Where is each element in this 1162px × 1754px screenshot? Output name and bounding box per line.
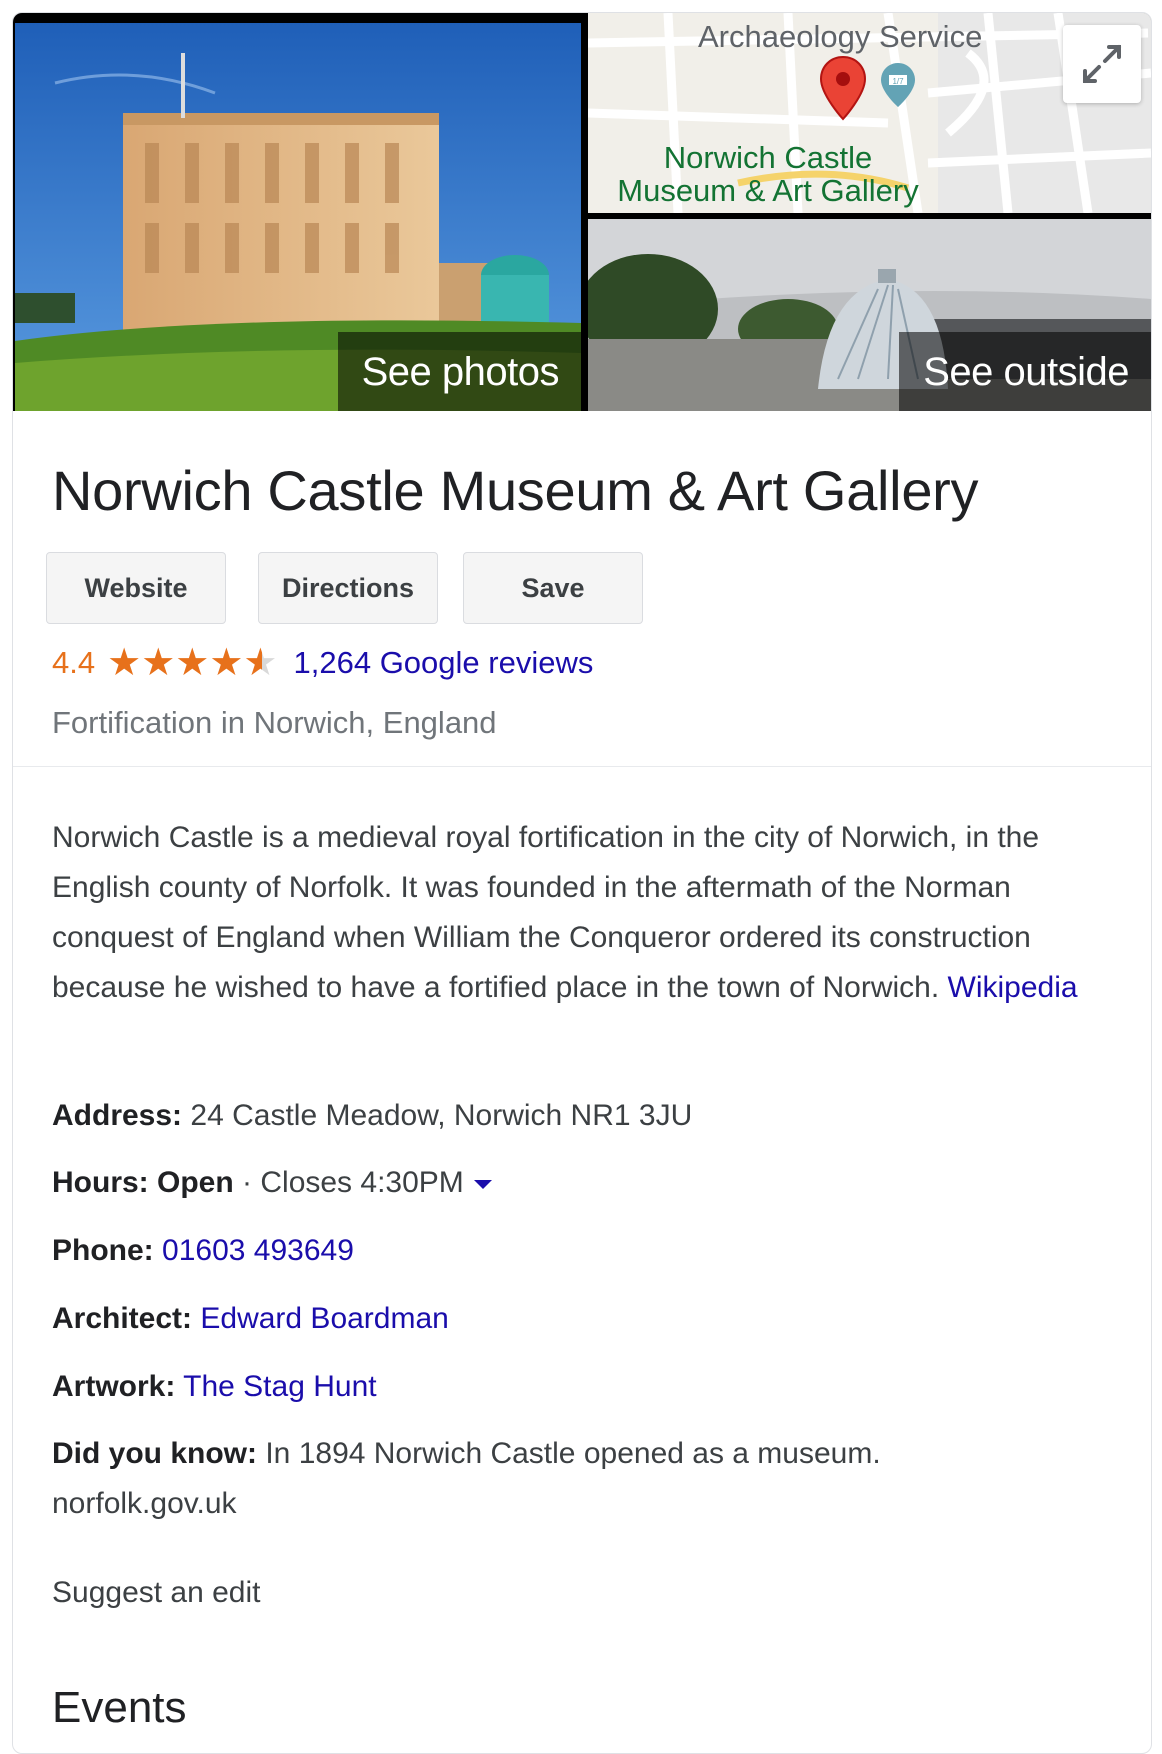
fact-hours: Hours: Open · Closes 4:30PM [52, 1166, 492, 1200]
address-value: 24 Castle Meadow, Norwich NR1 3JU [190, 1099, 693, 1132]
architect-link[interactable]: Edward Boardman [200, 1302, 448, 1335]
save-button[interactable]: Save [463, 552, 643, 624]
fact-phone: Phone: 01603 493649 [52, 1234, 354, 1268]
hours-value[interactable]: Closes 4:30PM [260, 1166, 463, 1199]
map-label-place: Norwich Castle Museum & Art Gallery [608, 141, 928, 207]
artwork-label: Artwork: [52, 1370, 176, 1403]
divider [13, 766, 1151, 767]
star-icon: ★ [107, 642, 142, 684]
map-place-line1: Norwich Castle [663, 140, 873, 175]
hero-media: See photos Archaeology Service 1/7 Norwi… [13, 13, 1151, 411]
fact-architect: Architect: Edward Boardman [52, 1302, 449, 1336]
knowledge-panel: See photos Archaeology Service 1/7 Norwi… [12, 12, 1152, 1754]
did-you-know-label: Did you know: [52, 1437, 257, 1470]
suggest-edit-link[interactable]: Suggest an edit [52, 1576, 261, 1610]
map-label-archaeology: Archaeology Service [698, 19, 983, 54]
place-title: Norwich Castle Museum & Art Gallery [52, 459, 979, 522]
half-star-icon: ★ [243, 642, 278, 684]
phone-label: Phone: [52, 1234, 154, 1267]
address-label: Address: [52, 1099, 183, 1132]
map-place-line2: Museum & Art Gallery [617, 173, 919, 208]
artwork-link[interactable]: The Stag Hunt [183, 1370, 376, 1403]
star-icon: ★ [175, 642, 210, 684]
architect-label: Architect: [52, 1302, 193, 1335]
phone-link[interactable]: 01603 493649 [162, 1234, 354, 1267]
description: Norwich Castle is a medieval royal forti… [52, 813, 1092, 1013]
rating-value: 4.4 [52, 645, 96, 680]
see-outside-button[interactable]: See outside [899, 332, 1151, 411]
star-rating: ★ ★ ★ ★ ★ [107, 644, 277, 682]
svg-text:1/7: 1/7 [892, 77, 904, 86]
norfolk-source-link[interactable]: norfolk.gov.uk [52, 1487, 237, 1521]
map-pin-icon [819, 55, 867, 121]
did-you-know-value: In 1894 Norwich Castle opened as a museu… [265, 1437, 881, 1470]
rating-row: 4.4 ★ ★ ★ ★ ★ 1,264 Google reviews [52, 641, 593, 685]
expand-map-button[interactable] [1063, 25, 1141, 103]
hours-label: Hours: [52, 1166, 149, 1199]
hours-separator: · [233, 1166, 261, 1199]
place-category: Fortification in Norwich, England [52, 705, 497, 740]
fact-did-you-know: Did you know: In 1894 Norwich Castle ope… [52, 1437, 881, 1471]
hours-dropdown-icon[interactable] [473, 1179, 492, 1189]
map-thumbnail[interactable]: Archaeology Service 1/7 Norwich Castle M… [588, 13, 1151, 213]
star-icon: ★ [141, 642, 176, 684]
directions-button[interactable]: Directions [258, 552, 438, 624]
museum-poi-icon: 1/7 [881, 63, 915, 107]
star-icon: ★ [209, 642, 244, 684]
website-button[interactable]: Website [46, 552, 226, 624]
google-reviews-link[interactable]: 1,264 Google reviews [294, 645, 594, 681]
fact-address: Address: 24 Castle Meadow, Norwich NR1 3… [52, 1099, 692, 1133]
castle-photo[interactable]: See photos [15, 23, 581, 411]
description-text: Norwich Castle is a medieval royal forti… [52, 821, 1040, 1004]
events-heading: Events [52, 1683, 187, 1732]
street-view-thumbnail[interactable]: See outside [588, 219, 1151, 411]
expand-icon [1083, 45, 1121, 83]
wikipedia-link[interactable]: Wikipedia [948, 971, 1078, 1004]
see-photos-button[interactable]: See photos [337, 332, 581, 411]
fact-artwork: Artwork: The Stag Hunt [52, 1370, 377, 1404]
hours-status: Open [157, 1166, 234, 1199]
